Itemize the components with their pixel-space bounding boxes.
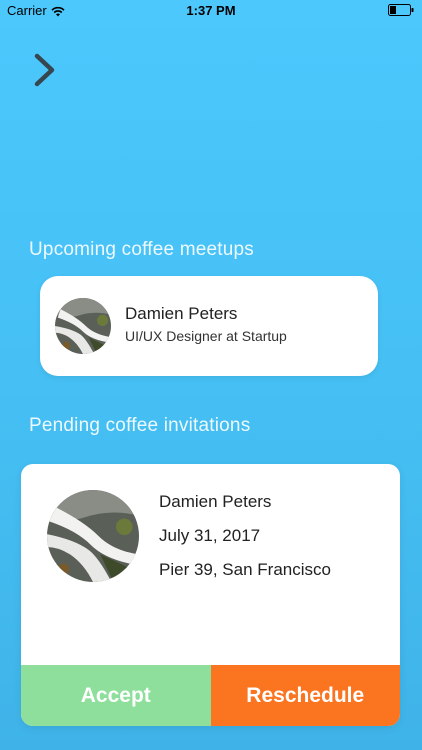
invitation-date: July 31, 2017 <box>159 526 261 545</box>
status-time: 1:37 PM <box>186 3 236 18</box>
invitation-location: Pier 39, San Francisco <box>159 560 331 579</box>
accept-button[interactable]: Accept <box>21 665 211 726</box>
meetup-person-name: Damien Peters <box>125 304 238 323</box>
chevron-right-icon[interactable] <box>28 50 60 90</box>
avatar <box>47 490 139 582</box>
invitation-actions: Accept Reschedule <box>21 665 400 726</box>
upcoming-meetup-card[interactable]: Damien Peters UI/UX Designer at Startup <box>40 276 378 376</box>
meetup-person-role: UI/UX Designer at Startup <box>125 328 287 344</box>
pending-invitation-card: Damien Peters July 31, 2017 Pier 39, San… <box>21 464 400 726</box>
invitation-person-name: Damien Peters <box>159 492 272 511</box>
reschedule-button[interactable]: Reschedule <box>210 665 400 726</box>
battery-icon <box>388 4 414 16</box>
pending-section-title: Pending coffee invitations <box>29 415 251 436</box>
upcoming-section-title: Upcoming coffee meetups <box>29 239 254 260</box>
status-bar: Carrier 1:37 PM <box>0 0 422 22</box>
avatar <box>55 298 111 354</box>
